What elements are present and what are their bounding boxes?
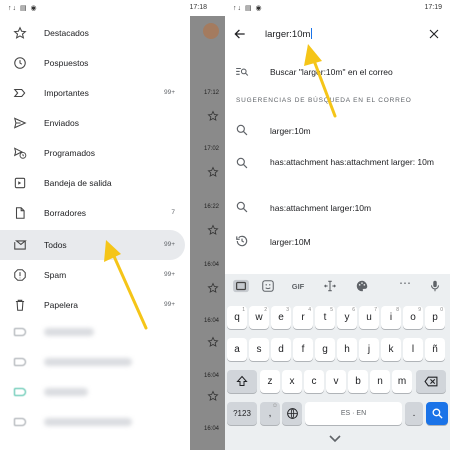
annotation-arrow	[104, 240, 148, 330]
gmail-search-screen: ↑↓ ▤ ◉ 17:19 larger:10m Buscar "larger:1…	[225, 0, 450, 450]
annotation-arrow	[304, 44, 337, 118]
gmail-drawer-screen: ↑↓ ▤ ◉ 17:18 17:12 17:02 16:22 16:04 16:…	[0, 0, 225, 450]
